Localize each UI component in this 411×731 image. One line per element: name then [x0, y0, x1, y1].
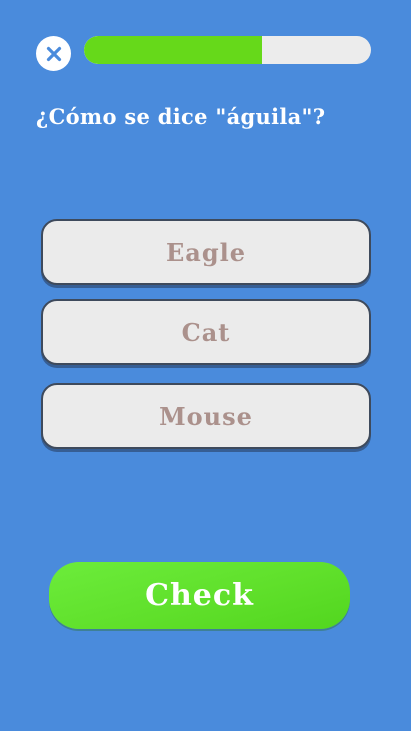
- answer-option-mouse[interactable]: Mouse: [41, 383, 371, 449]
- check-button[interactable]: Check: [49, 562, 350, 629]
- close-icon: [46, 46, 61, 61]
- progress-bar: [84, 36, 371, 64]
- answer-option-label: Eagle: [165, 237, 246, 267]
- answer-option-label: Cat: [181, 317, 231, 347]
- answer-option-eagle[interactable]: Eagle: [41, 219, 371, 285]
- close-button[interactable]: [36, 36, 71, 71]
- progress-fill: [84, 36, 262, 64]
- question-prompt: ¿Cómo se dice "águila"?: [36, 104, 326, 129]
- answer-option-label: Mouse: [159, 401, 253, 431]
- answer-option-cat[interactable]: Cat: [41, 299, 371, 365]
- check-button-label: Check: [145, 578, 254, 613]
